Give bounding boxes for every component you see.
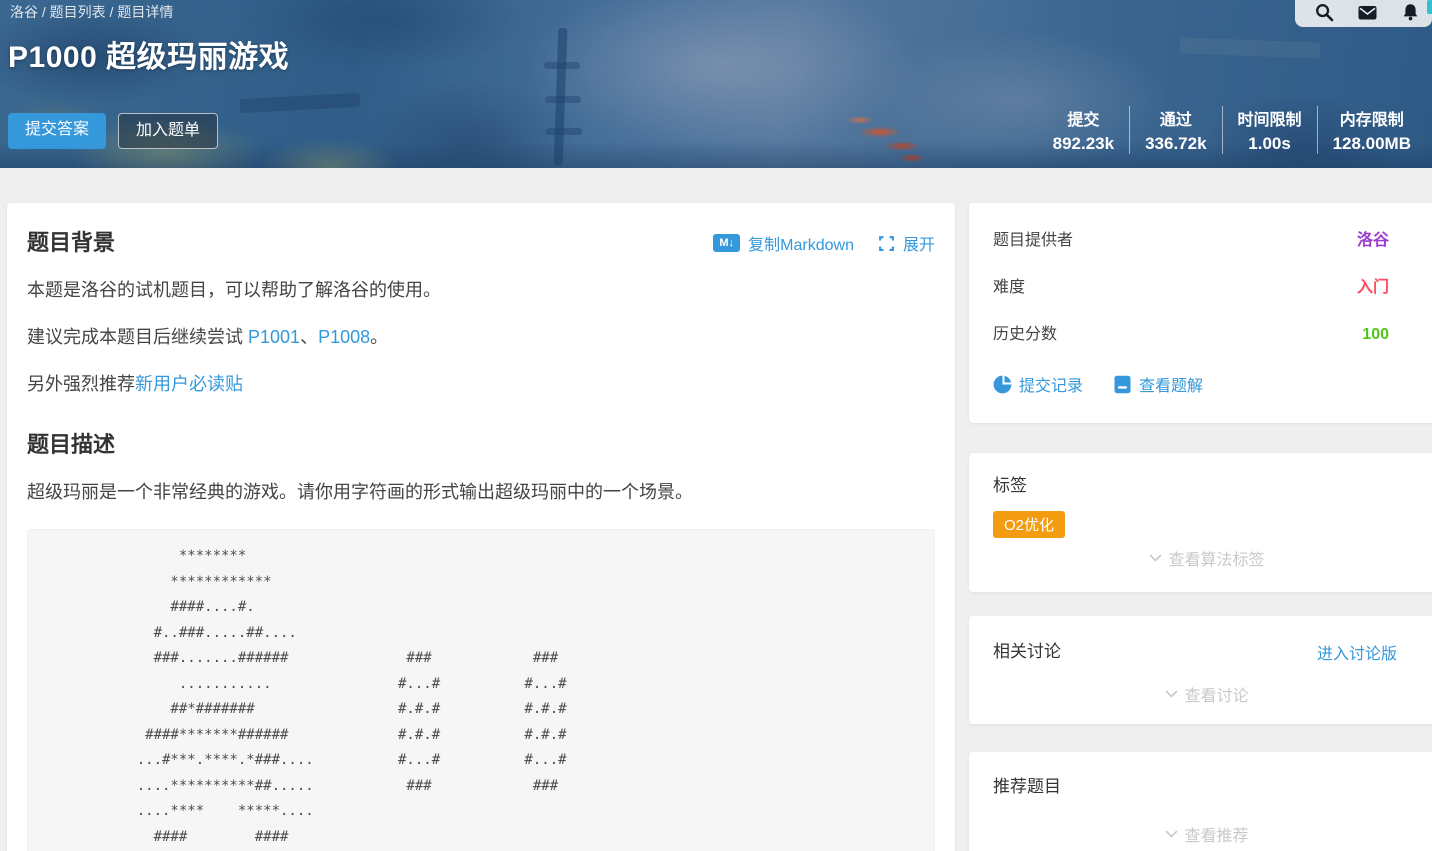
view-algorithm-tags-toggle[interactable]: 查看算法标签: [993, 546, 1421, 570]
description-paragraph: 超级玛丽是一个非常经典的游戏。请你用字符画的形式输出超级玛丽中的一个场景。: [27, 479, 935, 506]
breadcrumb[interactable]: 洛谷 / 题目列表 / 题目详情: [10, 2, 173, 22]
score-value: 100: [1362, 323, 1421, 347]
page-title: P1000 超级玛丽游戏: [8, 32, 289, 76]
brush-stroke: [544, 62, 580, 69]
chevron-down-icon: [1149, 554, 1162, 562]
stat-submissions: 提交 892.23k: [1038, 106, 1129, 154]
background-paragraph-3: 另外强烈推荐新用户必读贴: [27, 371, 935, 398]
problem-page: 洛谷 / 题目列表 / 题目详情 P1000 超级玛丽游戏 提交答案 加入题单 …: [0, 0, 1432, 851]
description-heading: 题目描述: [27, 431, 935, 459]
expand-icon[interactable]: [878, 235, 895, 252]
tags-heading: 标签: [993, 475, 1421, 497]
pie-chart-icon: [993, 375, 1012, 394]
bell-icon[interactable]: [1401, 3, 1420, 22]
recommendations-heading: 推荐题目: [993, 776, 1421, 798]
discussions-heading: 相关讨论: [993, 641, 1061, 663]
discussions-card: 相关讨论 进入讨论版 查看讨论: [969, 616, 1432, 724]
background-paragraph-2: 建议完成本题目后继续尝试 P1001、P1008。: [27, 324, 935, 351]
search-icon[interactable]: [1315, 3, 1334, 22]
tag-o2[interactable]: O2优化: [993, 511, 1065, 538]
link-new-user-post[interactable]: 新用户必读贴: [135, 374, 243, 394]
difficulty-value[interactable]: 入门: [1357, 276, 1421, 300]
link-p1001[interactable]: P1001: [248, 327, 300, 347]
stat-accepted: 通过 336.72k: [1129, 106, 1221, 154]
book-icon: [1113, 375, 1132, 394]
view-recommendations-toggle[interactable]: 查看推荐: [993, 822, 1421, 846]
ascii-art-block: ******** ************ ####....#. #..###.…: [27, 529, 935, 851]
enter-discussion-board-link[interactable]: 进入讨论版: [1317, 640, 1397, 664]
brush-stroke: [546, 128, 582, 135]
submission-records-link[interactable]: 提交记录: [993, 372, 1083, 396]
difficulty-row: 难度 入门: [993, 276, 1421, 300]
view-discussions-toggle[interactable]: 查看讨论: [993, 682, 1421, 706]
mail-icon[interactable]: [1358, 3, 1377, 22]
submit-answer-button[interactable]: 提交答案: [8, 113, 106, 149]
stat-memory-limit: 内存限制 128.00MB: [1317, 106, 1426, 154]
provider-value[interactable]: 洛谷: [1357, 229, 1421, 253]
background-heading: 题目背景: [27, 229, 115, 257]
copy-markdown-button[interactable]: 复制Markdown: [748, 231, 854, 255]
score-row: 历史分数 100: [993, 323, 1421, 347]
brush-stroke: [545, 96, 581, 103]
brush-stroke: [1180, 38, 1320, 59]
background-paragraph-1: 本题是洛谷的试机题目，可以帮助了解洛谷的使用。: [27, 277, 935, 304]
header-banner: 洛谷 / 题目列表 / 题目详情 P1000 超级玛丽游戏 提交答案 加入题单 …: [0, 0, 1432, 168]
brush-stroke: [240, 93, 361, 113]
view-solutions-link[interactable]: 查看题解: [1113, 372, 1203, 396]
chevron-down-icon: [1165, 830, 1178, 838]
recommendations-card: 推荐题目 查看推荐: [969, 752, 1432, 851]
avatar[interactable]: [1427, 0, 1432, 14]
markdown-icon: M↓: [713, 234, 740, 252]
add-to-problem-list-button[interactable]: 加入题单: [118, 113, 218, 149]
problem-stats: 提交 892.23k 通过 336.72k 时间限制 1.00s 内存限制 12…: [1038, 106, 1426, 154]
link-p1008[interactable]: P1008: [318, 327, 370, 347]
problem-info-card: 题目提供者 洛谷 难度 入门 历史分数 100 提交记录: [969, 203, 1432, 423]
content-tools: M↓ 复制Markdown 展开: [713, 231, 935, 255]
chevron-down-icon: [1165, 690, 1178, 698]
hero-actions: 提交答案 加入题单: [8, 113, 218, 149]
tags-card: 标签 O2优化 查看算法标签: [969, 453, 1432, 592]
problem-content-card: 题目背景 M↓ 复制Markdown 展开 本题是洛谷的试机题目，可以帮助了解洛…: [7, 203, 955, 851]
provider-row: 题目提供者 洛谷: [993, 229, 1421, 253]
expand-button[interactable]: 展开: [903, 231, 935, 255]
stat-time-limit: 时间限制 1.00s: [1222, 106, 1317, 154]
topbar-icon-tray: [1295, 0, 1432, 27]
